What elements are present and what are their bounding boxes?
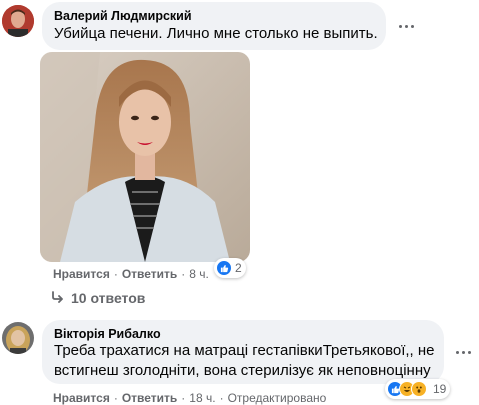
more-options-icon[interactable]	[451, 340, 475, 364]
comment-actions: Нравится · Ответить · 8 ч.	[53, 267, 209, 281]
avatar[interactable]	[2, 322, 34, 354]
comment-author[interactable]: Валерий Людмирский	[54, 9, 192, 23]
comment-text-line-1: Треба трахатися на матраці гестапівкиТре…	[54, 342, 435, 359]
reply-button[interactable]: Ответить	[122, 391, 177, 405]
edited-label: Отредактировано	[227, 391, 327, 405]
comment-timestamp[interactable]: 18 ч.	[189, 391, 215, 405]
comment-timestamp[interactable]: 8 ч.	[189, 267, 209, 281]
separator-dot: ·	[181, 391, 186, 405]
separator-dot: ·	[113, 391, 118, 405]
like-button[interactable]: Нравится	[53, 267, 110, 281]
reactions-summary[interactable]: 19	[385, 379, 451, 399]
comment-actions: Нравится · Ответить · 18 ч. · Отредактир…	[53, 391, 326, 405]
reply-arrow-icon	[51, 290, 65, 306]
replies-count-label: 10 ответов	[71, 290, 146, 306]
comment-text: Убийца печени. Лично мне столько не выпи…	[54, 25, 378, 42]
reply-button[interactable]: Ответить	[122, 267, 177, 281]
reactions-summary[interactable]: 2	[214, 258, 246, 278]
comment-author[interactable]: Вікторія Рибалко	[54, 327, 161, 341]
wow-reaction-icon	[411, 381, 427, 397]
reaction-count: 2	[235, 261, 242, 275]
separator-dot: ·	[113, 267, 118, 281]
avatar[interactable]	[2, 5, 34, 37]
view-replies-button[interactable]: 10 ответов	[51, 290, 145, 306]
comment-image[interactable]	[40, 52, 250, 262]
reaction-count: 19	[433, 382, 447, 396]
comment-text-line-2: встигнеш зголодніти, вона стерилізує як …	[54, 362, 431, 379]
like-button[interactable]: Нравится	[53, 391, 110, 405]
separator-dot: ·	[219, 391, 224, 405]
separator-dot: ·	[181, 267, 186, 281]
like-reaction-icon	[216, 260, 232, 276]
more-options-icon[interactable]	[394, 14, 418, 38]
